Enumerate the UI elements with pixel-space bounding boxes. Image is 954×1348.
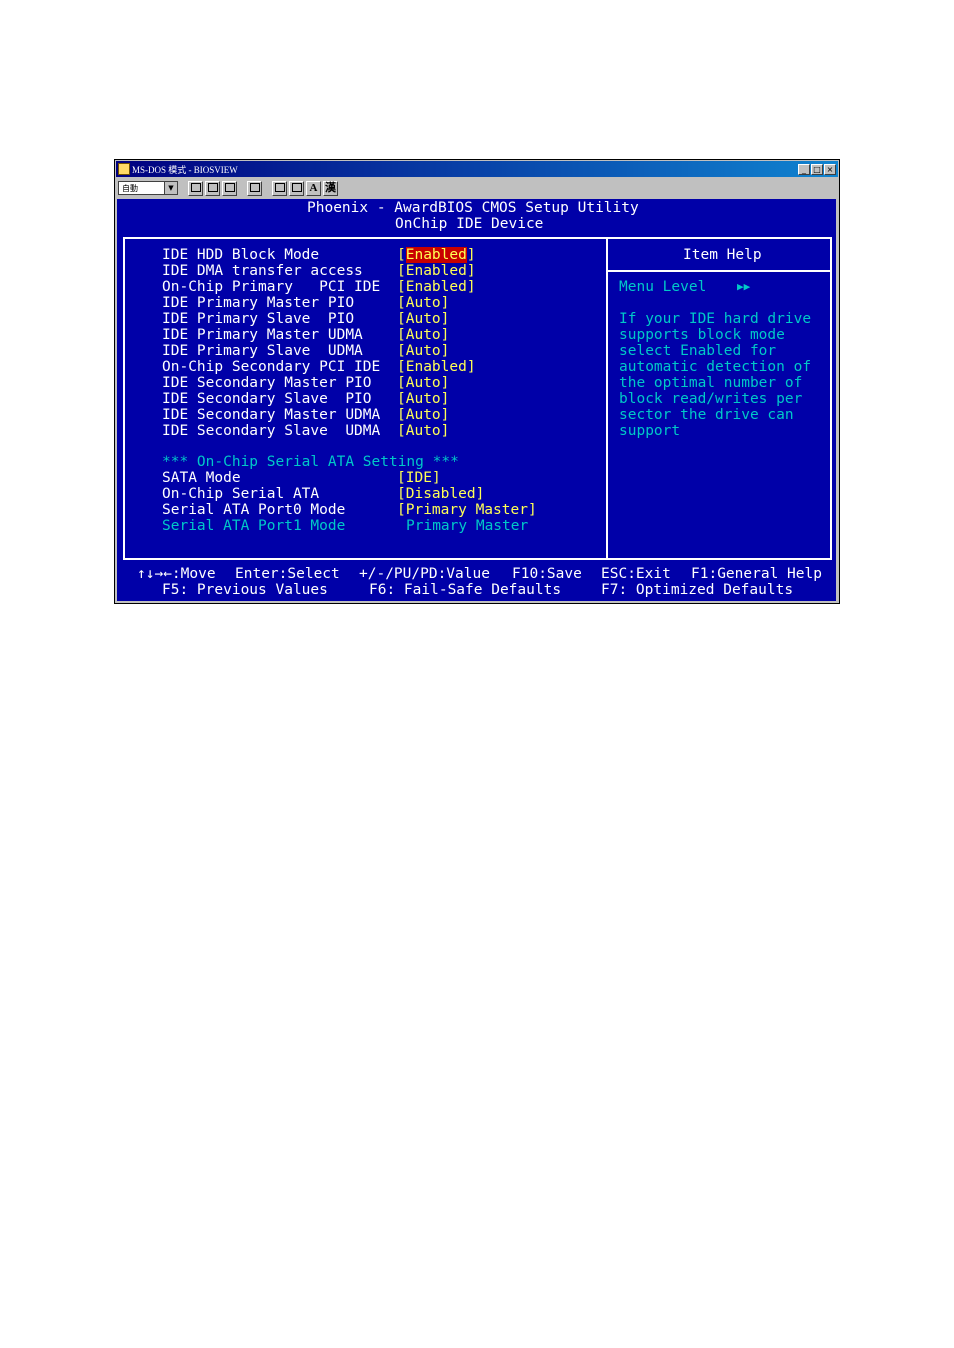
key-previous-values: F5: Previous Values — [162, 582, 328, 598]
setting-label-port1-mode: Serial ATA Port1 Mode — [162, 518, 346, 534]
fullscreen-icon[interactable] — [247, 180, 262, 196]
setting-value-primary-master-pio[interactable]: [Auto] — [397, 295, 449, 311]
maximize-icon[interactable]: □ — [811, 163, 823, 175]
help-line: If your IDE hard drive — [619, 311, 812, 327]
font-size-value: 自動 — [122, 184, 138, 193]
key-optimized-defaults: F7: Optimized Defaults — [601, 582, 794, 598]
setting-value-primary-slave-udma[interactable]: [Auto] — [397, 343, 449, 359]
help-line: the optimal number of — [619, 375, 803, 391]
help-line: automatic detection of — [619, 359, 812, 375]
setting-label-onchip-secondary[interactable]: On-Chip Secondary PCI IDE — [162, 359, 380, 375]
setting-label-primary-master-pio[interactable]: IDE Primary Master PIO — [162, 295, 354, 311]
setting-label-onchip-primary[interactable]: On-Chip Primary PCI IDE — [162, 279, 380, 295]
setting-label-secondary-slave-pio[interactable]: IDE Secondary Slave PIO — [162, 391, 372, 407]
setting-value-sata-mode[interactable]: [IDE] — [397, 470, 441, 486]
menu-level-arrows-icon: ▶▶ — [737, 280, 751, 293]
help-line: select Enabled for — [619, 343, 777, 359]
setting-value-port1-mode: Primary Master — [406, 518, 529, 534]
menu-level-label: Menu Level — [619, 279, 707, 295]
msdos-app-icon[interactable] — [118, 163, 130, 175]
setting-label-port0-mode[interactable]: Serial ATA Port0 Mode — [162, 502, 345, 518]
help-divider — [606, 270, 832, 272]
chevron-down-icon[interactable]: ▼ — [164, 182, 177, 194]
setting-value-secondary-slave-pio[interactable]: [Auto] — [397, 391, 449, 407]
setting-label-dma-transfer[interactable]: IDE DMA transfer access — [162, 263, 363, 279]
background-icon[interactable] — [289, 180, 304, 196]
bios-window: MS-DOS 模式 - BIOSVIEW _ □ × 自動 ▼ A 漢 Phoe… — [114, 159, 840, 604]
properties-icon[interactable] — [272, 180, 287, 196]
setting-label-secondary-slave-udma[interactable]: IDE Secondary Slave UDMA — [162, 423, 380, 439]
help-line: support — [619, 423, 681, 439]
help-line: supports block mode — [619, 327, 785, 343]
minimize-icon[interactable]: _ — [798, 163, 810, 175]
bios-title: Phoenix - AwardBIOS CMOS Setup Utility — [307, 200, 639, 216]
help-line: block read/writes per — [619, 391, 803, 407]
setting-value-secondary-master-pio[interactable]: [Auto] — [397, 375, 449, 391]
ime-button[interactable]: 漢 — [323, 180, 338, 196]
font-size-select[interactable]: 自動 ▼ — [118, 181, 178, 195]
setting-value-secondary-slave-udma[interactable]: [Auto] — [397, 423, 449, 439]
setting-label-primary-master-udma[interactable]: IDE Primary Master UDMA — [162, 327, 363, 343]
setting-value-onchip-primary[interactable]: [Enabled] — [397, 279, 476, 295]
setting-value-port0-mode[interactable]: [Primary Master] — [397, 502, 537, 518]
setting-label-secondary-master-pio[interactable]: IDE Secondary Master PIO — [162, 375, 372, 391]
key-exit: ESC:Exit — [601, 566, 671, 582]
mark-icon[interactable] — [188, 180, 203, 196]
setting-value-primary-master-udma[interactable]: [Auto] — [397, 327, 449, 343]
key-select: Enter:Select — [235, 566, 340, 582]
font-button[interactable]: A — [306, 180, 321, 196]
toolbar: 自動 ▼ A 漢 — [116, 178, 838, 198]
setting-value-onchip-serial-ata[interactable]: [Disabled] — [397, 486, 484, 502]
key-general-help: F1:General Help — [691, 566, 822, 582]
paste-icon[interactable] — [222, 180, 237, 196]
title-bar[interactable]: MS-DOS 模式 - BIOSVIEW _ □ × — [116, 161, 838, 177]
setting-label-hdd-block-mode[interactable]: IDE HDD Block Mode — [162, 247, 319, 263]
setting-label-primary-slave-pio[interactable]: IDE Primary Slave PIO — [162, 311, 354, 327]
key-value: +/-/PU/PD:Value — [359, 566, 490, 582]
bios-subtitle: OnChip IDE Device — [395, 216, 544, 232]
close-icon[interactable]: × — [824, 163, 836, 175]
setting-value-onchip-secondary[interactable]: [Enabled] — [397, 359, 476, 375]
setting-label-primary-slave-udma[interactable]: IDE Primary Slave UDMA — [162, 343, 363, 359]
setting-label-secondary-master-udma[interactable]: IDE Secondary Master UDMA — [162, 407, 380, 423]
item-help-title: Item Help — [683, 247, 762, 263]
setting-value-hdd-block-mode[interactable]: [Enabled] — [397, 247, 476, 263]
help-line: sector the drive can — [619, 407, 794, 423]
setting-value-secondary-master-udma[interactable]: [Auto] — [397, 407, 449, 423]
window-title: MS-DOS 模式 - BIOSVIEW — [132, 164, 238, 175]
setting-value-primary-slave-pio[interactable]: [Auto] — [397, 311, 449, 327]
setting-label-onchip-serial-ata[interactable]: On-Chip Serial ATA — [162, 486, 319, 502]
key-failsafe-defaults: F6: Fail-Safe Defaults — [369, 582, 562, 598]
key-save: F10:Save — [512, 566, 582, 582]
bios-screen: Phoenix - AwardBIOS CMOS Setup Utility O… — [117, 199, 836, 601]
key-move: ↑↓→←:Move — [137, 566, 216, 582]
copy-icon[interactable] — [205, 180, 220, 196]
setting-label-sata-mode[interactable]: SATA Mode — [162, 470, 241, 486]
setting-value-dma-transfer[interactable]: [Enabled] — [397, 263, 476, 279]
selected-value[interactable]: Enabled — [405, 247, 467, 263]
sata-section-title: *** On-Chip Serial ATA Setting *** — [162, 454, 459, 470]
column-divider — [606, 237, 608, 560]
